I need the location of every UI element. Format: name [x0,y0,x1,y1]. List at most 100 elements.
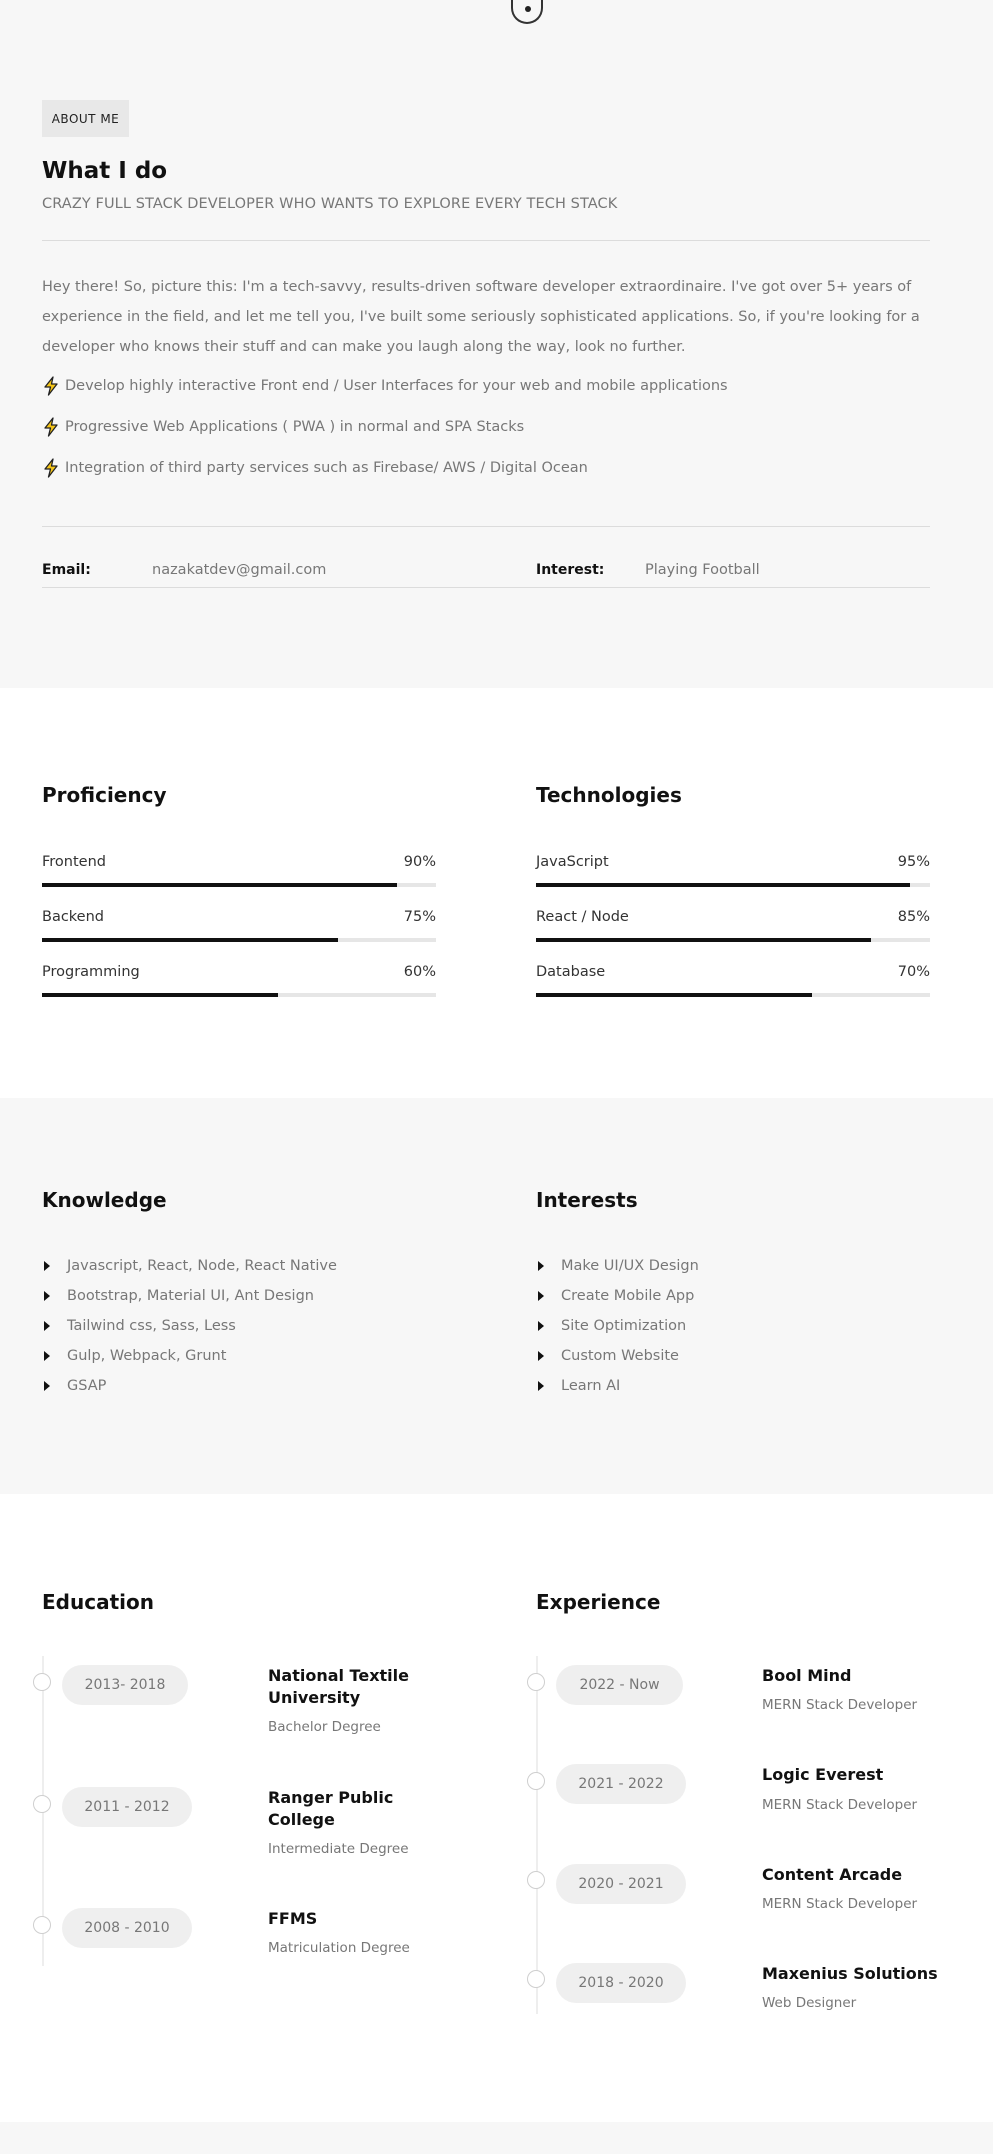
education-school: Ranger Public College [268,1788,394,1829]
skill-bar [42,993,436,997]
knowledge-item-text: Bootstrap, Material UI, Ant Design [67,1288,314,1304]
experience-company: Maxenius Solutions [762,1964,938,1983]
interest-item-text: Learn AI [561,1378,621,1394]
caret-right-icon [44,1291,50,1301]
timeline-dot [33,1673,51,1691]
caret-right-icon [44,1351,50,1361]
experience-role: MERN Stack Developer [762,1697,918,1713]
education-years: 2011 - 2012 [62,1787,192,1827]
skill-percent: 75% [403,909,436,925]
interest-item: Learn AI [536,1378,620,1394]
caret-right-icon [44,1381,50,1391]
caret-right-icon [538,1351,544,1361]
skill-bar [42,938,436,942]
footer-strip [0,2122,993,2154]
service-bullet-text: Integration of third party services such… [65,460,588,476]
education-title: Education [42,1590,154,1614]
education-degree: Intermediate Degree [268,1841,409,1857]
knowledge-title: Knowledge [42,1188,167,1212]
skill-percent: 60% [403,964,436,980]
knowledge-item: Javascript, React, Node, React Native [42,1258,337,1274]
email-label: Email: [42,562,91,578]
education-years: 2008 - 2010 [62,1908,192,1948]
timeline-dot [527,1772,545,1790]
knowledge-item: Gulp, Webpack, Grunt [42,1348,226,1364]
skills-section: Proficiency Technologies Frontend 90% Ba… [0,688,993,1098]
knowledge-item-text: Javascript, React, Node, React Native [67,1258,337,1274]
interest-label: Interest: [536,562,605,578]
experience-role: MERN Stack Developer [762,1797,918,1813]
skill-label: Database [536,964,606,980]
divider [42,587,930,588]
experience-years: 2022 - Now [556,1665,683,1705]
caret-right-icon [44,1261,50,1271]
service-bullet: Develop highly interactive Front end / U… [42,376,728,396]
service-bullet-text: Progressive Web Applications ( PWA ) in … [65,419,525,435]
interest-item: Custom Website [536,1348,679,1364]
service-bullet: Integration of third party services such… [42,458,588,478]
skill-bar [536,993,930,997]
skill-bar-fill [536,883,911,887]
interests-title: Interests [536,1188,638,1212]
skill-bar-fill [536,993,812,997]
timeline-dot [527,1871,545,1889]
skill-label: JavaScript [536,854,609,870]
timeline-dot [33,1795,51,1813]
skill-bar [536,883,930,887]
education-degree: Matriculation Degree [268,1940,410,1956]
experience-years: 2021 - 2022 [556,1764,686,1804]
lightning-icon [44,458,58,478]
timeline-dot [527,1673,545,1691]
skill-percent: 85% [897,909,930,925]
interest-item: Make UI/UX Design [536,1258,699,1274]
skill-label: Programming [42,964,140,980]
skill-bar-fill [42,938,338,942]
experience-role: Web Designer [762,1995,857,2011]
skill-label: React / Node [536,909,629,925]
timeline-dot [33,1916,51,1934]
lightning-icon [44,417,58,437]
service-bullet-text: Develop highly interactive Front end / U… [65,378,728,394]
knowledge-item-text: GSAP [67,1378,107,1394]
experience-years: 2018 - 2020 [556,1963,686,2003]
resume-section: Education Experience 2013- 2018 National… [0,1494,993,2122]
experience-timeline [536,1656,538,2014]
service-bullet: Progressive Web Applications ( PWA ) in … [42,417,524,437]
education-school: National Textile University [268,1666,409,1707]
caret-right-icon [44,1321,50,1331]
experience-company: Bool Mind [762,1666,852,1685]
experience-years: 2020 - 2021 [556,1864,686,1904]
skill-percent: 90% [403,854,436,870]
knowledge-item: Bootstrap, Material UI, Ant Design [42,1288,314,1304]
interest-item-text: Custom Website [561,1348,679,1364]
knowledge-item-text: Gulp, Webpack, Grunt [67,1348,227,1364]
skill-label: Frontend [42,854,106,870]
skill-bar-fill [536,938,871,942]
skill-percent: 70% [897,964,930,980]
timeline-dot [527,1970,545,1988]
proficiency-title: Proficiency [42,783,167,807]
knowledge-item-text: Tailwind css, Sass, Less [67,1318,236,1334]
skill-label: Backend [42,909,105,925]
skill-bar [42,883,436,887]
about-section: ABOUT ME What I do CRAZY FULL STACK DEVE… [0,0,993,688]
divider [42,240,930,241]
skill-percent: 95% [897,854,930,870]
caret-right-icon [538,1291,544,1301]
about-title: What I do [42,158,168,184]
lightning-icon [44,376,58,396]
skill-bar-fill [42,993,279,997]
technologies-title: Technologies [536,783,682,807]
interest-item: Site Optimization [536,1318,686,1334]
experience-role: MERN Stack Developer [762,1896,918,1912]
interest-item-text: Site Optimization [561,1318,687,1334]
knowledge-item: Tailwind css, Sass, Less [42,1318,236,1334]
page: ABOUT ME What I do CRAZY FULL STACK DEVE… [0,0,993,2154]
experience-title: Experience [536,1590,661,1614]
interest-item-text: Make UI/UX Design [561,1258,699,1274]
caret-right-icon [538,1321,544,1331]
divider [42,526,930,527]
experience-company: Logic Everest [762,1765,884,1784]
scroll-down-icon[interactable] [511,0,543,24]
email-value[interactable]: nazakatdev@gmail.com [152,562,326,578]
